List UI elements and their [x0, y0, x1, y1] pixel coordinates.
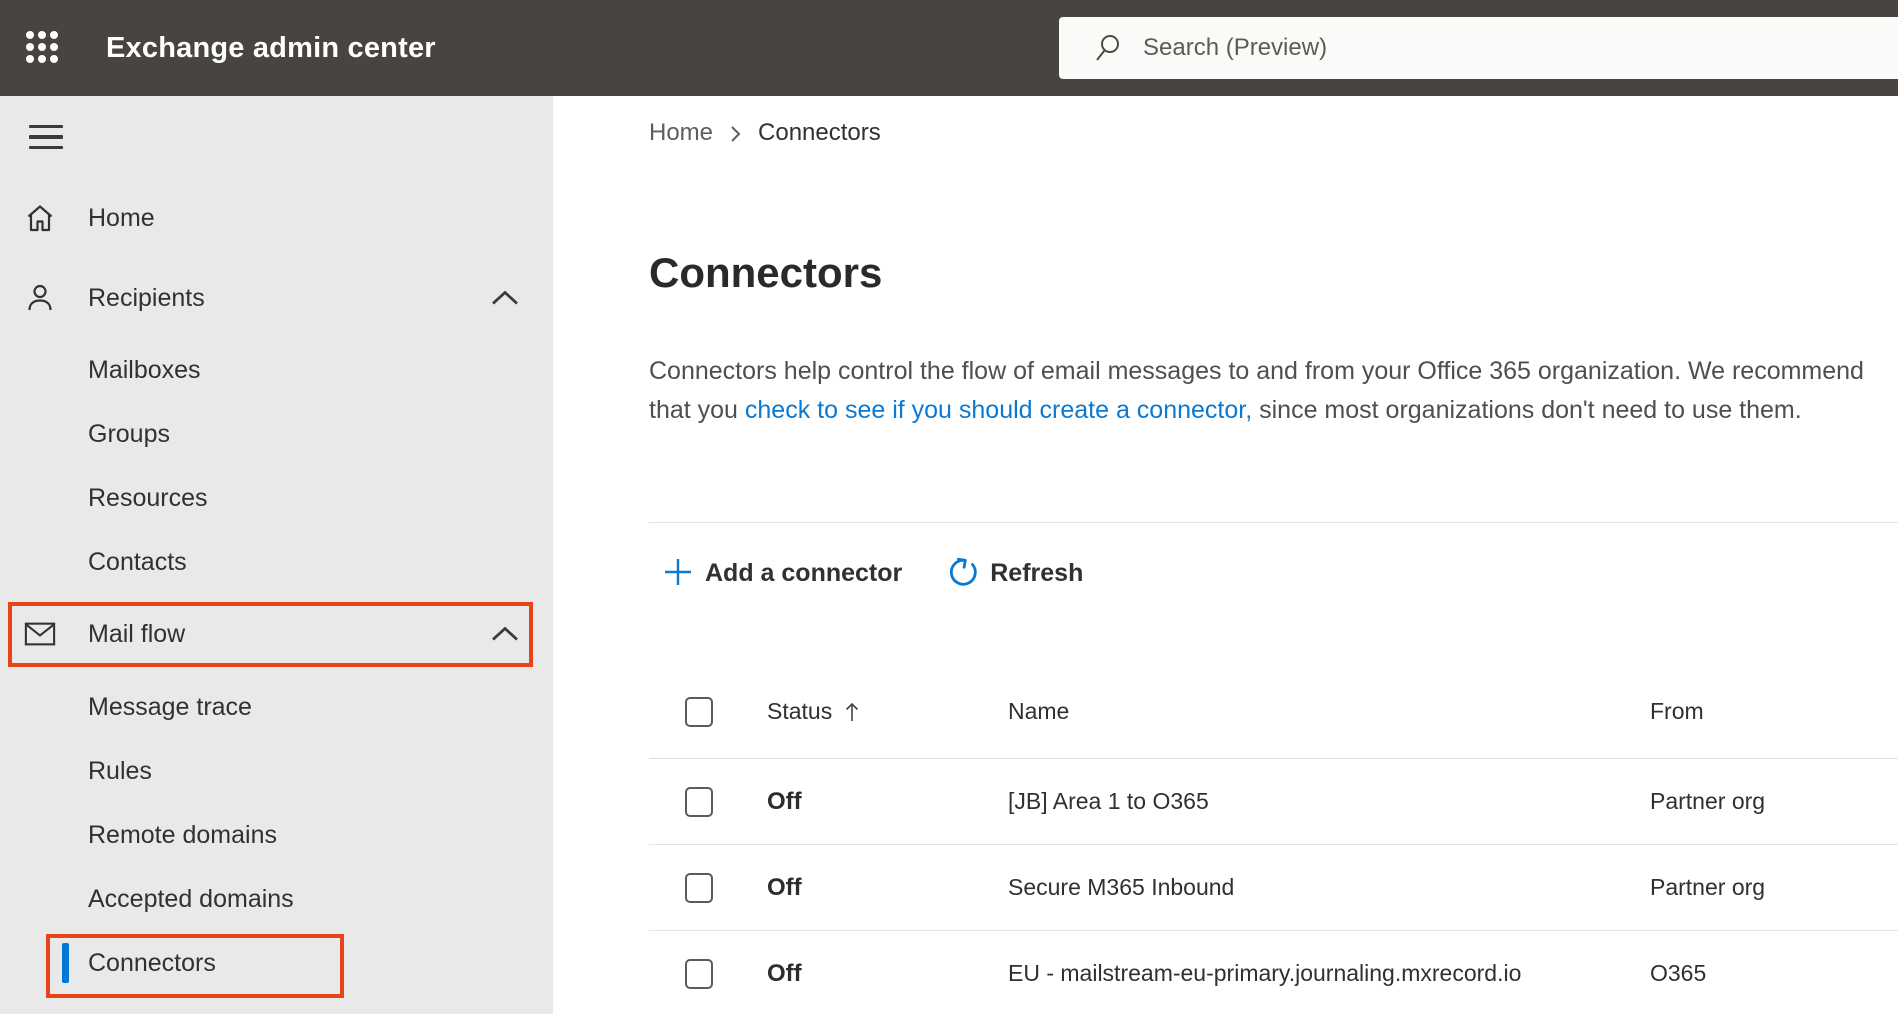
sidebar-item-label: Recipients — [88, 283, 205, 312]
hamburger-menu-button[interactable] — [23, 118, 63, 158]
chevron-right-icon — [729, 124, 742, 144]
table-row[interactable]: Off EU - mailstream-eu-primary.journalin… — [649, 931, 1898, 1014]
sidebar-item-resources[interactable]: Resources — [0, 466, 553, 530]
page-description: Connectors help control the flow of emai… — [649, 352, 1864, 430]
breadcrumb-home-link[interactable]: Home — [649, 119, 713, 147]
global-search-box[interactable] — [1059, 17, 1898, 79]
create-connector-check-link[interactable]: check to see if you should create a conn… — [745, 396, 1252, 424]
breadcrumb-current: Connectors — [758, 119, 881, 146]
add-connector-label: Add a connector — [705, 558, 903, 587]
sidebar-item-mail-flow[interactable]: Mail flow — [0, 602, 553, 666]
mail-icon — [24, 618, 56, 650]
sidebar-item-recipients[interactable]: Recipients — [0, 266, 553, 330]
sidebar-item-message-trace[interactable]: Message trace — [0, 675, 553, 739]
name-cell: EU - mailstream-eu-primary.journaling.mx… — [1008, 960, 1522, 986]
sidebar-item-remote-domains[interactable]: Remote domains — [0, 803, 553, 867]
plus-icon — [663, 557, 693, 590]
name-cell: [JB] Area 1 to O365 — [1008, 788, 1209, 814]
sidebar-item-label: Mailboxes — [88, 355, 201, 384]
column-header-from[interactable]: From — [1650, 698, 1898, 725]
refresh-icon — [946, 556, 978, 591]
column-header-status[interactable]: Status — [767, 698, 1008, 725]
table-row[interactable]: Off [JB] Area 1 to O365 Partner org — [649, 759, 1898, 845]
sidebar-item-label: Connectors — [88, 948, 216, 977]
refresh-label: Refresh — [990, 558, 1084, 587]
row-select-cell — [685, 786, 767, 817]
search-icon — [1096, 35, 1119, 61]
chevron-up-icon[interactable] — [490, 626, 520, 642]
table-header-row: Status Name From — [649, 665, 1898, 759]
sidebar-item-label: Resources — [88, 483, 208, 512]
column-header-label: Status — [767, 698, 833, 724]
top-app-bar: Exchange admin center — [0, 0, 1898, 96]
row-select-cell — [685, 872, 767, 903]
toolbar-divider — [649, 522, 1898, 523]
sidebar-item-home[interactable]: Home — [0, 186, 553, 250]
sidebar-item-groups[interactable]: Groups — [0, 402, 553, 466]
sidebar-item-mailboxes[interactable]: Mailboxes — [0, 338, 553, 402]
page-title: Connectors — [649, 249, 883, 296]
main-content: Home Connectors Connectors Connectors he… — [553, 96, 1898, 1014]
sidebar-item-accepted-domains[interactable]: Accepted domains — [0, 867, 553, 931]
sidebar-item-connectors[interactable]: Connectors — [0, 931, 553, 995]
sidebar-item-label: Contacts — [88, 547, 187, 576]
row-checkbox[interactable] — [685, 872, 713, 903]
selected-item-indicator — [62, 943, 69, 983]
table-row[interactable]: Off Secure M365 Inbound Partner org — [649, 845, 1898, 931]
row-checkbox[interactable] — [685, 958, 713, 989]
sidebar-item-contacts[interactable]: Contacts — [0, 530, 553, 594]
name-cell: Secure M365 Inbound — [1008, 874, 1235, 900]
sidebar-item-label: Message trace — [88, 692, 252, 721]
status-cell: Off — [767, 959, 802, 987]
status-cell: Off — [767, 873, 802, 901]
person-icon — [24, 282, 56, 314]
status-cell: Off — [767, 787, 802, 815]
select-all-checkbox[interactable] — [685, 696, 713, 727]
add-connector-button[interactable]: Add a connector — [649, 551, 916, 595]
from-cell: Partner org — [1650, 874, 1766, 900]
row-checkbox[interactable] — [685, 786, 713, 817]
connectors-table: Status Name From Off [JB] Area 1 to O365… — [649, 665, 1898, 1014]
global-search-input[interactable] — [1141, 33, 1745, 63]
refresh-button[interactable]: Refresh — [932, 551, 1097, 595]
select-all-cell — [685, 696, 767, 727]
sidebar-item-label: Mail flow — [88, 619, 186, 648]
column-header-name[interactable]: Name — [1008, 698, 1650, 725]
app-launcher-button[interactable] — [0, 0, 84, 96]
sidebar-item-label: Remote domains — [88, 820, 277, 849]
sidebar-item-rules[interactable]: Rules — [0, 739, 553, 803]
sidebar-item-label: Rules — [88, 756, 152, 785]
chevron-up-icon[interactable] — [490, 290, 520, 306]
sidebar-item-label: Home — [88, 203, 155, 232]
from-cell: Partner org — [1650, 788, 1766, 814]
waffle-icon — [25, 30, 59, 67]
column-header-label: Name — [1008, 698, 1070, 724]
from-cell: O365 — [1650, 960, 1707, 986]
row-select-cell — [685, 958, 767, 989]
toolbar: Add a connector Refresh — [649, 551, 1898, 595]
home-icon — [24, 202, 56, 234]
description-text: since most organizations don't need to u… — [1252, 396, 1802, 424]
sidebar-item-label: Groups — [88, 419, 170, 448]
sidebar-item-label: Accepted domains — [88, 884, 294, 913]
breadcrumb: Home Connectors — [649, 96, 1898, 150]
hamburger-icon — [29, 124, 63, 150]
sidebar-nav: Home Recipients Mailboxes Groups Resourc… — [0, 96, 553, 1014]
sort-ascending-icon — [844, 700, 860, 724]
column-header-label: From — [1650, 698, 1704, 724]
app-title: Exchange admin center — [106, 31, 436, 64]
